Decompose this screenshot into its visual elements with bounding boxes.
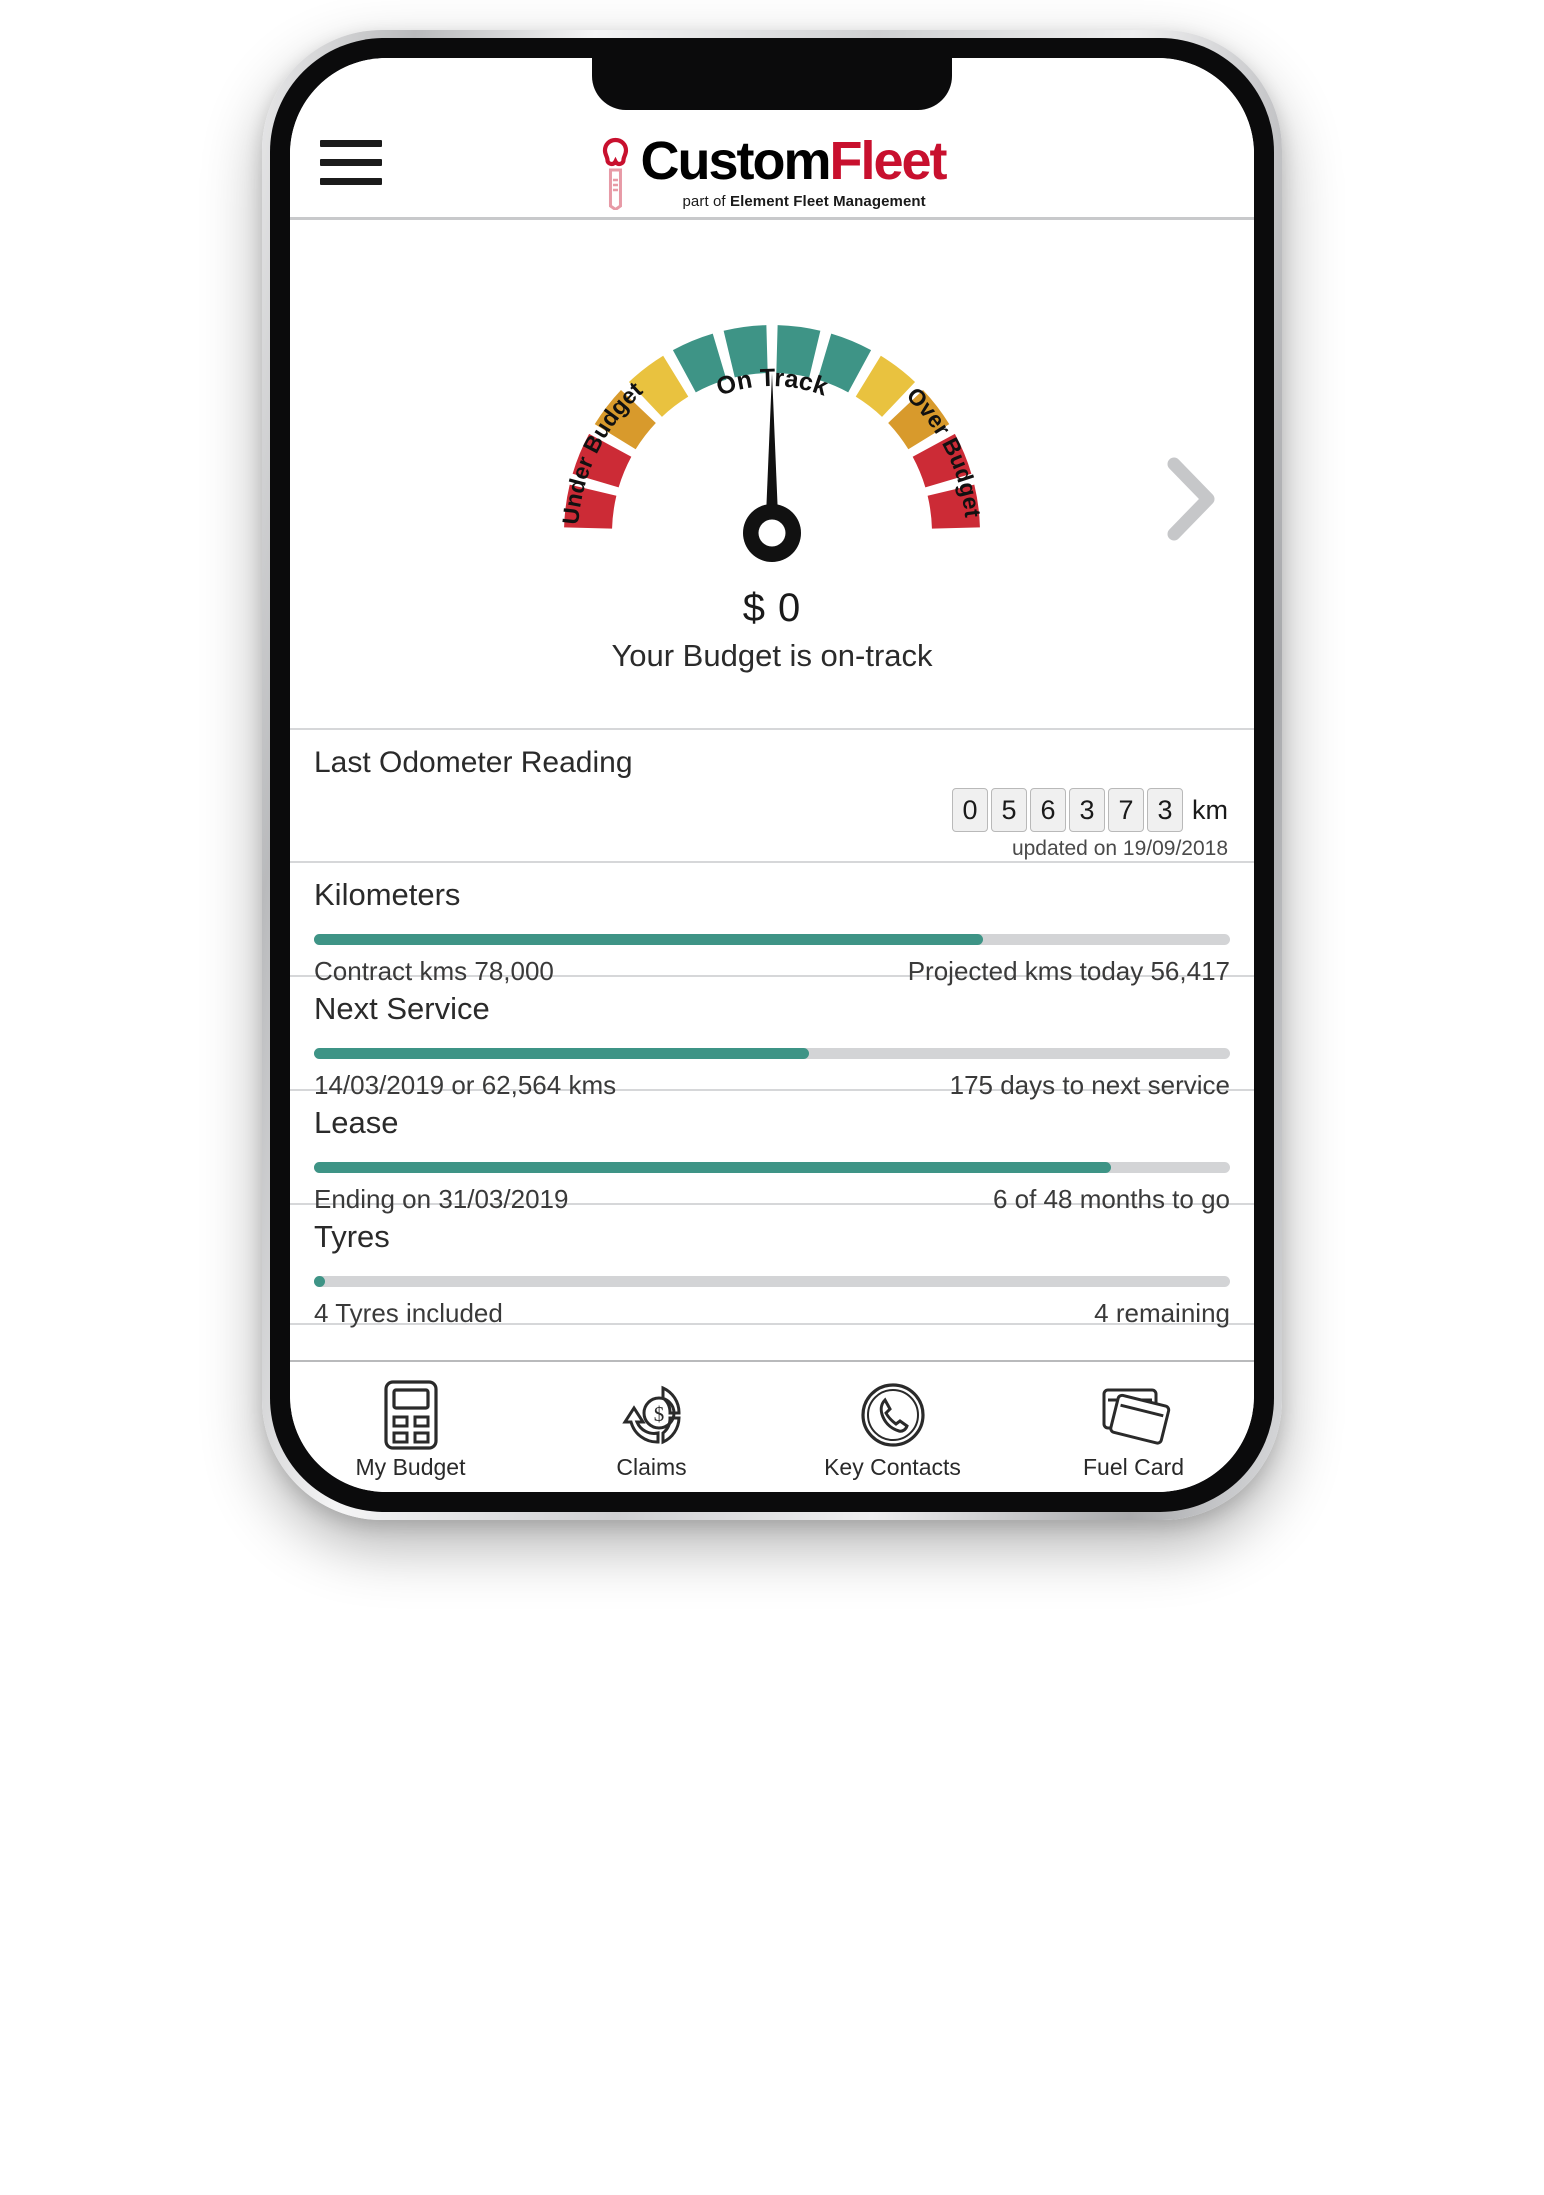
budget-gauge-card: On Track Under Budget Over Budget $ 0 Yo… — [290, 220, 1254, 730]
budget-status-text: Your Budget is on-track — [611, 638, 933, 673]
odometer-digit[interactable]: 3 — [1147, 788, 1183, 832]
metric-row: Kilometers Contract kms 78,000 Projected k… — [290, 863, 1254, 986]
nav-item-my-budget[interactable]: My Budget — [290, 1362, 531, 1492]
logo-text: CustomFleet part of Element Fleet Manage… — [640, 131, 947, 210]
odometer-title: Last Odometer Reading — [314, 746, 633, 779]
nav-item-claims[interactable]: $ Claims — [531, 1362, 772, 1492]
progress-bar-track — [314, 1048, 1230, 1059]
hamburger-line — [320, 159, 382, 166]
nav-label: Claims — [616, 1453, 687, 1480]
budget-value: $ 0 — [742, 586, 802, 630]
metric-title: Lease — [314, 1105, 399, 1140]
odometer-digit[interactable]: 6 — [1030, 788, 1066, 832]
chevron-right-icon[interactable] — [1164, 456, 1218, 542]
odometer-reading[interactable]: 056373 km — [952, 788, 1228, 832]
metric-row: Lease Ending on 31/03/2019 6 of 48 months … — [290, 1091, 1254, 1214]
metric-title: Kilometers — [314, 877, 461, 912]
metric-row: Next Service 14/03/2019 or 62,564 kms 175 … — [290, 977, 1254, 1100]
metric-row: Tyres 4 Tyres included 4 remaining — [290, 1205, 1254, 1328]
logo-word-fleet: Fleet — [829, 131, 947, 191]
svg-text:$: $ — [653, 1402, 664, 1426]
phone-screen: CustomFleet part of Element Fleet Manage… — [290, 58, 1254, 1492]
nav-label: Fuel Card — [1083, 1453, 1184, 1480]
hamburger-line — [320, 178, 382, 185]
odometer-digit[interactable]: 3 — [1069, 788, 1105, 832]
hamburger-line — [320, 140, 382, 147]
calculator-icon — [380, 1378, 442, 1452]
nav-label: My Budget — [355, 1453, 466, 1480]
hamburger-menu-icon[interactable] — [320, 140, 382, 185]
progress-bar-track — [314, 1162, 1230, 1173]
odometer-card: Last Odometer Reading 056373 km updated … — [290, 730, 1254, 863]
key-logo-icon — [598, 136, 632, 212]
nav-item-fuel-card[interactable]: Fuel Card — [1013, 1362, 1254, 1492]
metric-title: Next Service — [314, 991, 490, 1026]
gauge-graphic: On Track Under Budget Over Budget — [512, 228, 1032, 583]
progress-bar-fill — [314, 1048, 809, 1059]
logo-wordmark: CustomFleet — [640, 131, 947, 191]
odometer-digit[interactable]: 5 — [991, 788, 1027, 832]
nav-label: Key Contacts — [824, 1453, 961, 1480]
progress-bar-fill — [314, 1162, 1111, 1173]
metric-left-label: 4 Tyres included — [314, 1298, 503, 1328]
logo-tagline: part of Element Fleet Management — [682, 193, 945, 210]
bottom-navigation: My Budget $ Claims Key Contacts Fuel Car… — [290, 1360, 1254, 1492]
phone-circle-icon — [856, 1378, 930, 1452]
metric-title: Tyres — [314, 1219, 390, 1254]
odometer-unit: km — [1192, 794, 1228, 825]
metric-right-label: 4 remaining — [1094, 1298, 1230, 1328]
refresh-dollar-icon: $ — [615, 1378, 689, 1452]
nav-item-key-contacts[interactable]: Key Contacts — [772, 1362, 1013, 1492]
app-logo: CustomFleet part of Element Fleet Manage… — [598, 131, 948, 212]
credit-cards-icon — [1094, 1378, 1174, 1452]
tagline-strong: Element Fleet Management — [729, 193, 926, 210]
progress-bar-fill — [314, 934, 983, 945]
logo-word-custom: Custom — [640, 131, 831, 191]
odometer-digit[interactable]: 7 — [1108, 788, 1144, 832]
progress-bar-track — [314, 934, 1230, 945]
progress-bar-fill — [314, 1276, 325, 1287]
odometer-digit-group: 056373 — [952, 788, 1186, 832]
odometer-updated-date: updated on 19/09/2018 — [1011, 837, 1228, 860]
gauge-needle — [743, 373, 801, 562]
phone-notch — [592, 58, 952, 110]
screenshot-root: CustomFleet part of Element Fleet Manage… — [0, 0, 1544, 2195]
tagline-prefix: part of — [682, 193, 730, 210]
odometer-digit[interactable]: 0 — [952, 788, 988, 832]
progress-bar-track — [314, 1276, 1230, 1287]
